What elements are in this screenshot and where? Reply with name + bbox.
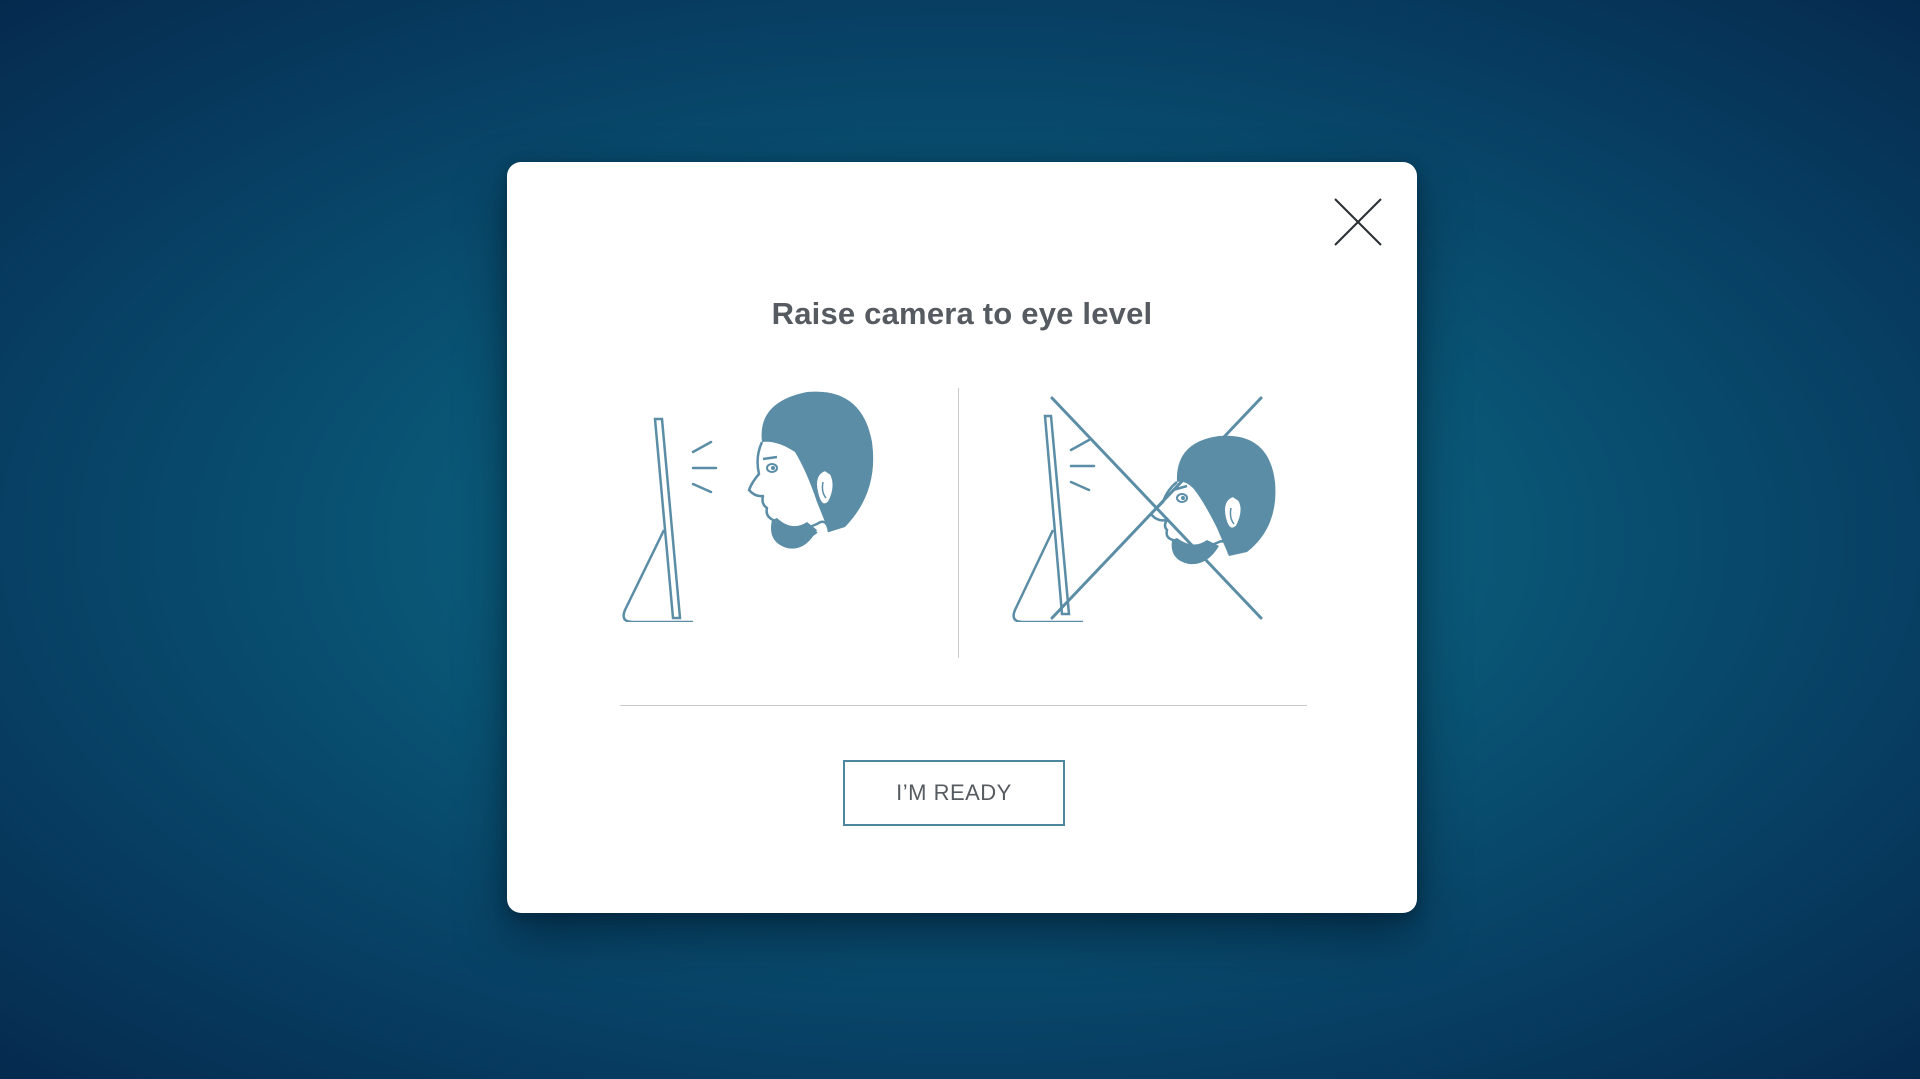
head-level <box>747 391 874 549</box>
correct-posture-illustration <box>622 391 874 622</box>
illustration-divider <box>958 388 959 658</box>
monitor-stand <box>1012 529 1083 622</box>
head-tilted <box>1149 435 1276 565</box>
ready-button[interactable]: I’M READY <box>843 760 1065 826</box>
close-icon <box>1334 198 1382 246</box>
incorrect-posture-illustration <box>1012 396 1276 622</box>
close-button[interactable] <box>1333 197 1383 247</box>
camera-tip-modal: Raise camera to eye level I’M READY <box>507 162 1417 913</box>
monitor-stand <box>622 529 693 622</box>
camera-glare-lines <box>691 440 718 494</box>
monitor-screen <box>653 417 682 620</box>
section-divider <box>620 705 1307 706</box>
page-backdrop: Raise camera to eye level I’M READY <box>0 0 1920 1079</box>
camera-glare-lines <box>1069 438 1096 492</box>
modal-title: Raise camera to eye level <box>771 296 1153 331</box>
monitor-screen <box>1043 414 1071 616</box>
